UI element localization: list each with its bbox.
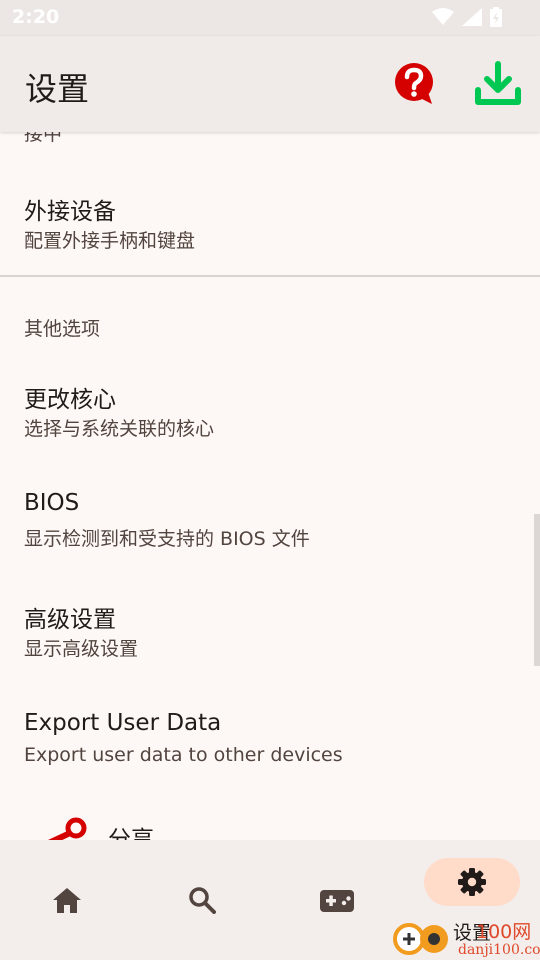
list-item-bios[interactable]: BIOS 显示检测到和受支持的 BIOS 文件 [0,480,540,572]
status-time: 2:20 [12,6,60,28]
list-item-title: 分享 [108,827,154,840]
partial-list-item: 接中 [24,132,63,145]
status-bar: 2:20 [0,0,540,36]
list-item-title: 高级设置 [24,607,116,633]
divider [0,275,540,277]
status-icons [432,7,502,27]
list-item-title: 外接设备 [24,199,116,225]
list-item-subtitle: Export user data to other devices [24,744,343,766]
gear-icon [458,868,486,896]
list-item-share[interactable]: 分享 [0,808,540,840]
list-item-subtitle: 显示检测到和受支持的 BIOS 文件 [24,528,310,550]
nav-item-search[interactable] [135,840,270,960]
gamepad-icon [320,890,354,912]
watermark-text: 100网 [476,921,532,943]
wifi-icon [432,8,454,25]
list-item-export[interactable]: Export User Data Export user data to oth… [0,700,540,792]
list-item-subtitle: 显示高级设置 [24,638,139,660]
scrollbar[interactable] [534,514,540,666]
list-item-change-core[interactable]: 更改核心 选择与系统关联的核心 [0,370,540,462]
list-item-external-devices[interactable]: 外接设备 配置外接手柄和键盘 [0,182,540,274]
download-icon[interactable] [474,60,522,108]
app-bar: 设置 [0,36,540,132]
settings-list[interactable]: 接中 外接设备 配置外接手柄和键盘 其他选项 更改核心 选择与系统关联的核心 B… [0,132,540,840]
watermark-badge-icon [393,923,448,955]
list-item-subtitle: 配置外接手柄和键盘 [24,230,196,252]
list-item-title: Export User Data [24,710,222,736]
page-title: 设置 [25,70,90,108]
help-icon[interactable] [392,62,436,106]
nav-item-games[interactable] [270,840,405,960]
list-item-advanced[interactable]: 高级设置 显示高级设置 [0,590,540,682]
watermark-logo: 100网 danji100.com [390,912,540,960]
share-icon [48,817,87,840]
battery-icon [490,7,502,27]
search-icon [189,887,216,914]
nav-item-home[interactable] [0,840,135,960]
section-header-other: 其他选项 [24,318,101,340]
watermark-url: danji100.com [458,942,540,958]
list-item-title: BIOS [24,490,80,516]
list-item-title: 更改核心 [24,387,116,413]
nav-item-settings[interactable] [424,858,520,906]
signal-icon [462,8,482,26]
list-item-subtitle: 选择与系统关联的核心 [24,418,215,440]
home-icon [53,888,81,913]
